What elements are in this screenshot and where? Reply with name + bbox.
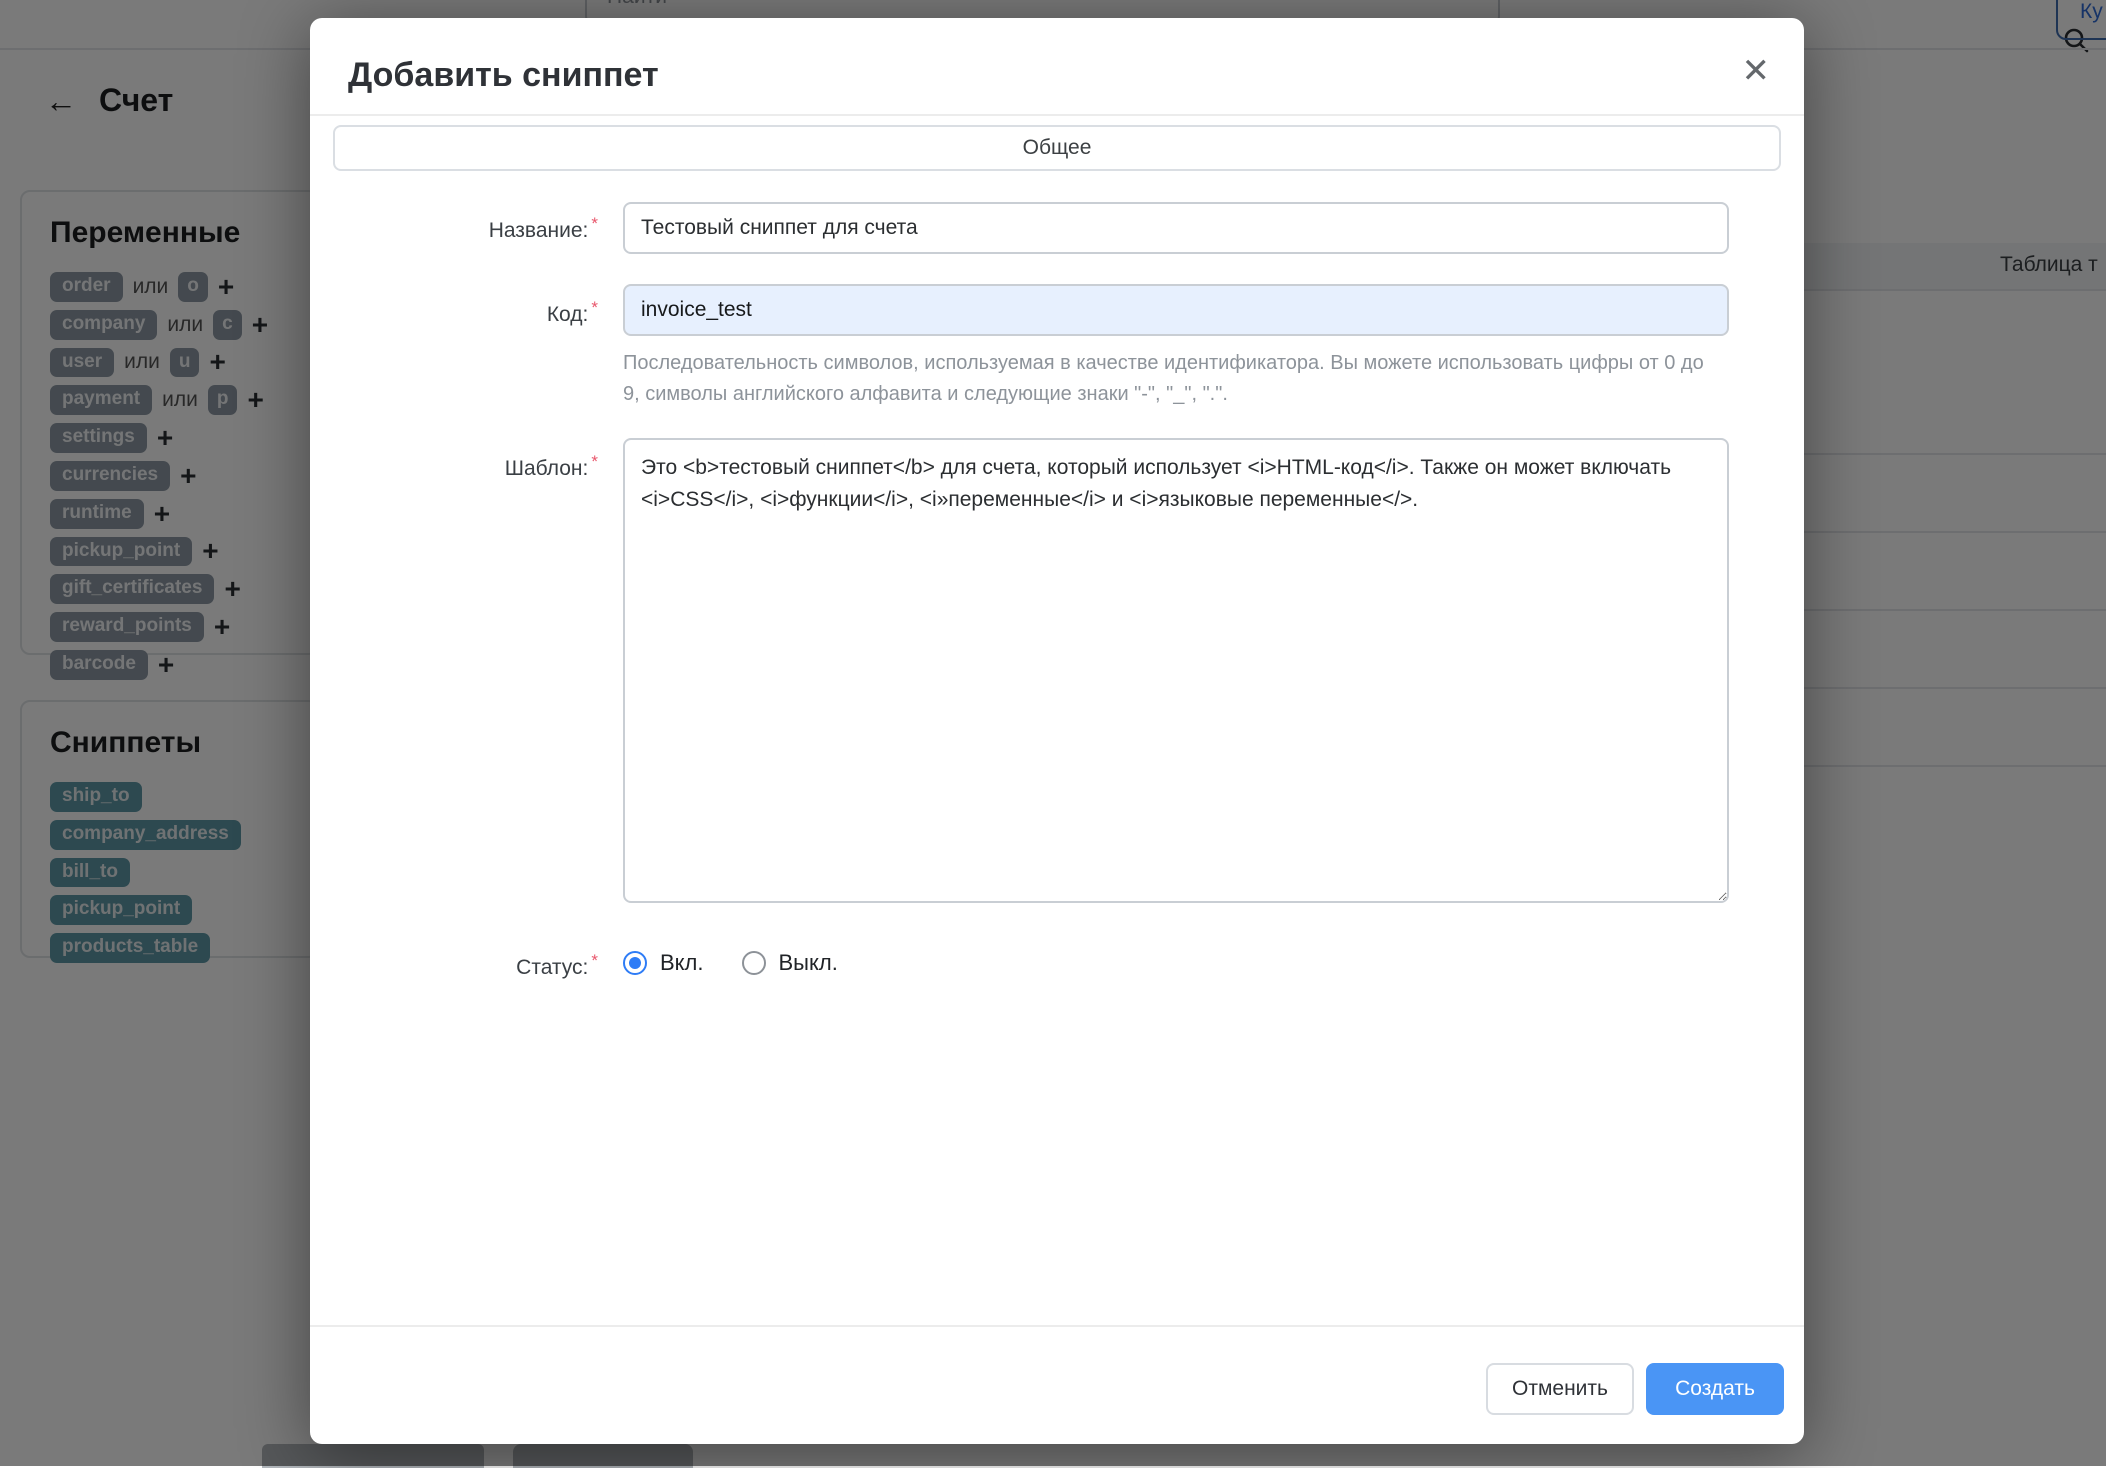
status-label: Статус:*	[310, 951, 598, 980]
template-label-text: Шаблон:	[505, 457, 589, 480]
required-marker: *	[591, 214, 598, 233]
status-option-on[interactable]: Вкл.	[623, 950, 704, 976]
modal-title: Добавить сниппет	[348, 56, 659, 95]
status-option-off[interactable]: Выкл.	[742, 950, 838, 976]
close-icon[interactable]: ✕	[1742, 54, 1771, 88]
code-input[interactable]	[623, 284, 1729, 336]
name-label: Название:*	[310, 214, 598, 243]
create-button[interactable]: Создать	[1646, 1363, 1784, 1415]
modal-header: Добавить сниппет ✕	[310, 18, 1804, 116]
status-option-on-label: Вкл.	[660, 950, 704, 976]
tab-general-label: Общее	[1023, 136, 1092, 160]
status-radio-group: Вкл. Выкл.	[623, 941, 838, 985]
tab-general[interactable]: Общее	[333, 125, 1781, 171]
template-textarea[interactable]: Это <b>тестовый сниппет</b> для счета, к…	[623, 438, 1729, 903]
status-option-off-label: Выкл.	[779, 950, 838, 976]
required-marker: *	[591, 452, 598, 471]
modal-footer: Отменить Создать	[310, 1325, 1804, 1444]
name-label-text: Название:	[489, 219, 589, 242]
cancel-button[interactable]: Отменить	[1486, 1363, 1634, 1415]
template-label: Шаблон:*	[310, 452, 598, 481]
code-label-text: Код:	[547, 303, 589, 326]
add-snippet-modal: Добавить сниппет ✕ Общее Название:* Код:…	[310, 18, 1804, 1444]
radio-unchecked-icon[interactable]	[742, 951, 766, 975]
required-marker: *	[591, 298, 598, 317]
code-hint: Последовательность символов, используема…	[623, 348, 1723, 410]
name-input[interactable]	[623, 202, 1729, 254]
code-label: Код:*	[310, 298, 598, 327]
radio-checked-icon[interactable]	[623, 951, 647, 975]
status-label-text: Статус:	[516, 956, 588, 979]
required-marker: *	[591, 951, 598, 970]
